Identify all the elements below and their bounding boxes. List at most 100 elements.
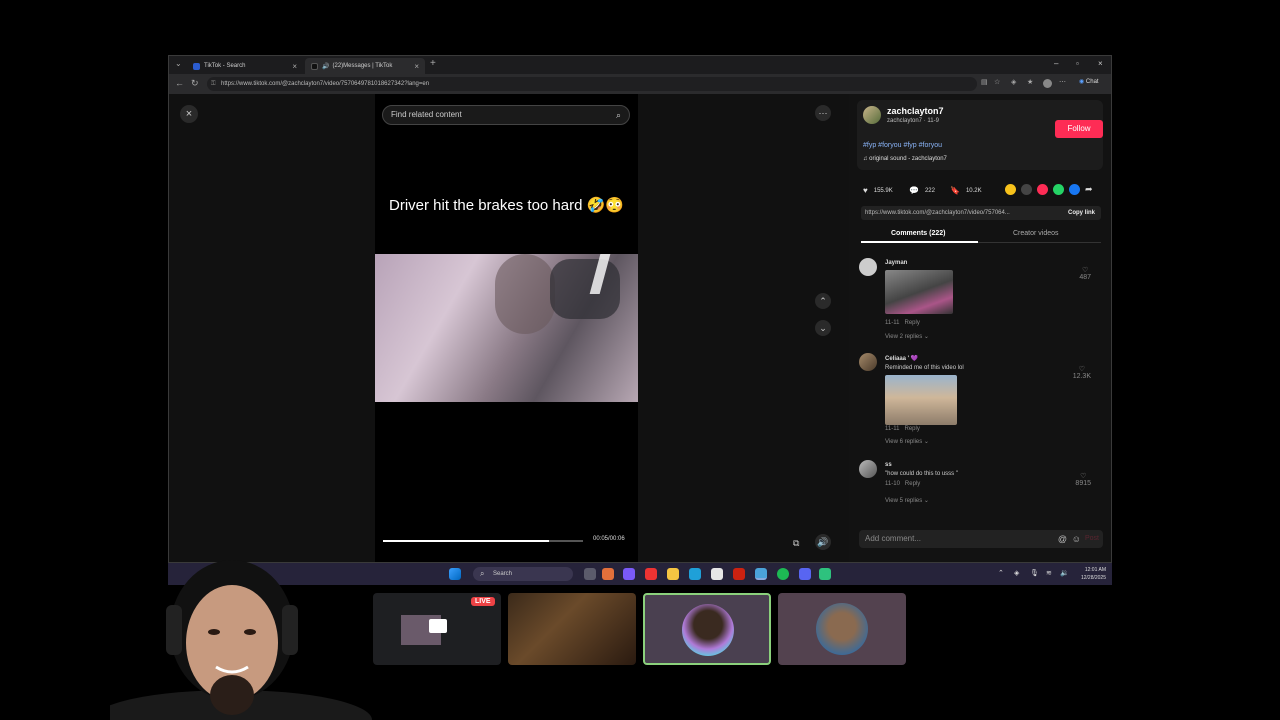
commenter-name[interactable]: Celiaaa ' 💜 xyxy=(885,355,918,362)
tab-creator-videos[interactable]: Creator videos xyxy=(1013,230,1059,237)
speaker-icon: 🔊 xyxy=(322,63,330,70)
comment-image[interactable] xyxy=(885,375,957,425)
tab-comments[interactable]: Comments (222) xyxy=(891,230,945,237)
search-input[interactable]: Find related content ⌕ xyxy=(382,105,630,125)
profile-icon[interactable] xyxy=(1043,79,1052,88)
follow-button[interactable]: Follow xyxy=(1055,120,1103,138)
next-video-icon[interactable]: ⌄ xyxy=(815,320,831,336)
post-button[interactable]: Post xyxy=(1085,530,1099,548)
comment-stat[interactable]: 💬 222 xyxy=(909,186,935,195)
view-replies[interactable]: View 6 replies ⌄ xyxy=(885,438,929,445)
copilot-app-icon[interactable] xyxy=(602,568,614,580)
search-favicon-icon xyxy=(193,62,200,70)
participant-tile-active[interactable] xyxy=(643,593,771,665)
task-view-icon[interactable] xyxy=(584,568,596,580)
comment-date: 11-11 xyxy=(885,426,900,432)
embed-icon[interactable] xyxy=(1021,184,1032,195)
author-name[interactable]: zachclayton7 xyxy=(887,106,944,116)
commenter-avatar[interactable] xyxy=(859,258,877,276)
file-explorer-icon[interactable] xyxy=(667,568,679,580)
comment-like[interactable]: ♡ 487 xyxy=(1079,266,1091,281)
comment-item: Celiaaa ' 💜 Reminded me of this video lo… xyxy=(859,353,1103,445)
commenter-name[interactable]: Jayman xyxy=(885,260,907,266)
spotify-icon[interactable] xyxy=(777,568,789,580)
like-stat[interactable]: ♥ 155.9K xyxy=(863,186,893,195)
tab-tiktok-messages[interactable]: 🔊 (22)Messages | TikTok × xyxy=(305,58,425,74)
volume-icon[interactable]: 🔊 xyxy=(815,534,831,550)
floating-player-icon[interactable]: ⧉ xyxy=(793,538,799,549)
share-link[interactable]: https://www.tiktok.com/@zachclayton7/vid… xyxy=(861,206,1101,220)
comment-image[interactable] xyxy=(885,270,953,314)
comment-like-count: 487 xyxy=(1079,274,1091,281)
view-replies[interactable]: View 2 replies ⌄ xyxy=(885,333,929,340)
reader-icon[interactable]: ▤ xyxy=(981,78,988,86)
author-card: zachclayton7 zachclayton7 · 11-9 Follow … xyxy=(857,100,1103,170)
clock[interactable]: 12:01 AM 12/28/2025 xyxy=(1081,566,1106,582)
address-bar: ← ↻ ⚿ https://www.tiktok.com/@zachclayto… xyxy=(169,74,1111,94)
app-icon[interactable] xyxy=(819,568,831,580)
new-tab-icon[interactable]: + xyxy=(430,58,436,69)
comment-like[interactable]: ♡ 12.3K xyxy=(1073,365,1091,380)
previous-video-icon[interactable]: ⌃ xyxy=(815,293,831,309)
close-tab-icon[interactable]: × xyxy=(414,62,419,71)
copilot-button[interactable]: ◉ Chat xyxy=(1079,78,1099,85)
volume-icon[interactable]: 🔉 xyxy=(1060,569,1069,577)
more-icon[interactable]: ⋯ xyxy=(1059,78,1066,86)
commenter-avatar[interactable] xyxy=(859,460,877,478)
commenter-avatar[interactable] xyxy=(859,353,877,371)
minimize-icon[interactable]: – xyxy=(1054,59,1058,68)
tray-app-icon[interactable]: ◈ xyxy=(1014,569,1019,577)
extension-icon[interactable]: ◈ xyxy=(1011,78,1016,86)
author-avatar[interactable] xyxy=(863,106,881,124)
wifi-icon[interactable]: ≋ xyxy=(1046,569,1052,577)
microphone-icon[interactable]: 🎙 xyxy=(1030,569,1039,577)
repost-icon[interactable] xyxy=(1005,184,1016,195)
send-icon[interactable] xyxy=(1037,184,1048,195)
tray-overflow-icon[interactable]: ⌃ xyxy=(998,569,1004,577)
commenter-name[interactable]: ss xyxy=(885,462,892,468)
share-icon[interactable]: ➦ xyxy=(1085,184,1093,195)
clock-time: 12:01 AM xyxy=(1084,567,1106,573)
edge-icon[interactable] xyxy=(689,568,701,580)
view-replies[interactable]: View 5 replies ⌄ xyxy=(885,497,929,504)
close-icon[interactable]: × xyxy=(180,105,198,123)
participant-tile[interactable] xyxy=(778,593,906,665)
favorites-icon[interactable]: ★ xyxy=(1027,78,1033,86)
start-icon[interactable] xyxy=(449,568,461,580)
close-window-icon[interactable]: × xyxy=(1098,59,1103,68)
taskbar-search[interactable]: ⌕ Search xyxy=(473,567,573,581)
emoji-icon[interactable]: ☺ xyxy=(1072,530,1081,548)
teams-icon[interactable] xyxy=(623,568,635,580)
refresh-icon[interactable]: ↻ xyxy=(191,78,199,89)
reply-button[interactable]: Reply xyxy=(904,320,919,326)
discord-icon[interactable] xyxy=(799,568,811,580)
reply-button[interactable]: Reply xyxy=(905,481,920,487)
back-icon[interactable]: ← xyxy=(175,78,184,88)
maximize-icon[interactable]: ▫ xyxy=(1076,59,1079,68)
save-stat[interactable]: 🔖 10.2K xyxy=(950,186,982,195)
store-icon[interactable] xyxy=(711,568,723,580)
comment-like[interactable]: ♡ 8915 xyxy=(1075,472,1091,487)
participant-avatar xyxy=(816,603,868,655)
reply-button[interactable]: Reply xyxy=(904,426,919,432)
favorite-icon[interactable]: ☆ xyxy=(994,78,1000,86)
like-count: 155.9K xyxy=(873,187,893,194)
hashtags[interactable]: #fyp #foryou #fyp #foryou xyxy=(863,142,942,149)
camera-tile[interactable] xyxy=(508,593,636,665)
add-comment-input[interactable]: Add comment... @ ☺ Post xyxy=(859,530,1103,548)
mention-icon[interactable]: @ xyxy=(1058,530,1067,548)
copy-link-button[interactable]: Copy link xyxy=(1068,206,1095,220)
sound-link[interactable]: ♫ original sound - zachclayton7 xyxy=(863,156,947,162)
app-icon[interactable] xyxy=(733,568,745,580)
tab-list-icon[interactable]: ⌄ xyxy=(175,59,182,68)
more-options-icon[interactable]: ⋯ xyxy=(815,105,831,121)
progress-bar[interactable] xyxy=(383,540,583,542)
search-icon[interactable]: ⌕ xyxy=(616,106,621,124)
whatsapp-icon[interactable] xyxy=(1053,184,1064,195)
url-field[interactable]: ⚿ https://www.tiktok.com/@zachclayton7/v… xyxy=(207,77,977,91)
close-tab-icon[interactable]: × xyxy=(292,62,297,71)
steam-icon[interactable] xyxy=(755,568,767,580)
youtube-icon[interactable] xyxy=(645,568,657,580)
tab-tiktok-search[interactable]: TikTok - Search × xyxy=(187,58,303,74)
facebook-icon[interactable] xyxy=(1069,184,1080,195)
